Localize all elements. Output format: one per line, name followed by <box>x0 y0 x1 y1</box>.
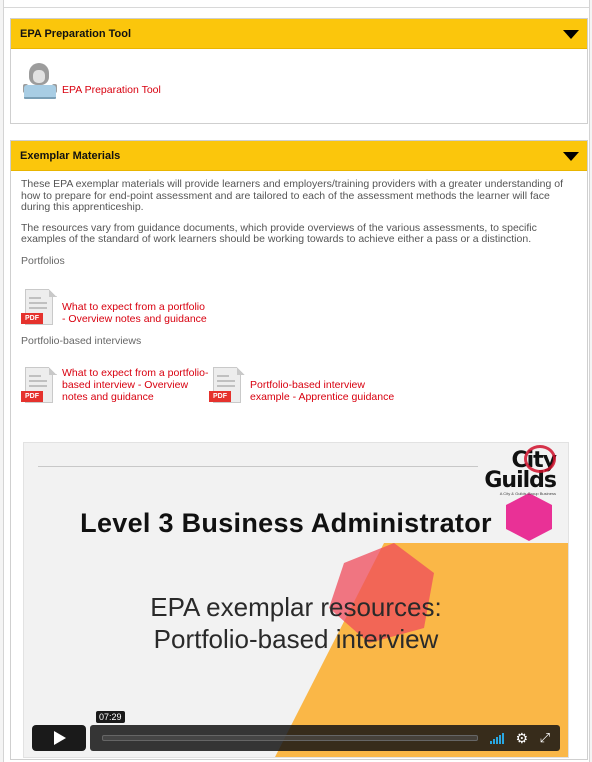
exemplar-materials-header-title: Exemplar Materials <box>20 149 121 162</box>
portfolio-docs-row: PDF What to expect from a portfolio - Ov… <box>21 288 579 329</box>
page-left-border <box>0 0 4 762</box>
interview-example-doc[interactable]: PDF Portfolio-based interview example - … <box>209 366 394 407</box>
duration-label: 07:29 <box>96 711 125 723</box>
play-button[interactable] <box>32 725 86 751</box>
top-divider <box>4 7 589 8</box>
progress-timeline[interactable] <box>102 735 478 741</box>
collapse-caret-icon[interactable] <box>563 30 579 39</box>
epa-tool-header-title: EPA Preparation Tool <box>20 27 132 40</box>
fullscreen-icon[interactable]: ⤢ <box>540 731 550 745</box>
intro-paragraph: These EPA exemplar materials will provid… <box>21 178 563 213</box>
video-title: Level 3 Business Administrator <box>80 508 492 538</box>
volume-icon[interactable] <box>490 732 504 744</box>
video-player[interactable]: City Guilds A City & Guilds Group Busine… <box>23 442 569 758</box>
user-laptop-icon <box>23 63 57 99</box>
pdf-icon: PDF <box>21 288 57 329</box>
collapse-caret-icon[interactable] <box>563 152 579 161</box>
interview-example-link-line1[interactable]: Portfolio-based interview <box>250 379 394 391</box>
settings-gear-icon[interactable]: ⚙ <box>515 731 528 745</box>
epa-tool-panel: EPA Preparation Tool EPA Preparation Too… <box>10 18 588 124</box>
logo-mark-icon <box>524 445 556 473</box>
exemplar-materials-header[interactable]: Exemplar Materials <box>11 141 587 171</box>
exemplar-materials-panel: Exemplar Materials These EPA exemplar ma… <box>10 140 588 760</box>
portfolios-heading: Portfolios <box>21 254 65 267</box>
interview-guidance-link-line2[interactable]: based interview - Overview <box>62 379 208 391</box>
epa-tool-header[interactable]: EPA Preparation Tool <box>11 19 587 49</box>
portfolio-guidance-doc[interactable]: PDF What to expect from a portfolio - Ov… <box>21 288 207 329</box>
play-icon <box>54 731 66 745</box>
pdf-icon: PDF <box>21 366 57 407</box>
interview-docs-row: PDF What to expect from a portfolio- bas… <box>21 366 579 407</box>
interviews-heading: Portfolio-based interviews <box>21 334 142 347</box>
interview-guidance-doc[interactable]: PDF What to expect from a portfolio- bas… <box>21 366 209 407</box>
epa-tool-link[interactable]: EPA Preparation Tool <box>62 84 161 96</box>
interview-guidance-link-line1[interactable]: What to expect from a portfolio- <box>62 367 208 379</box>
portfolio-guidance-link-line2[interactable]: - Overview notes and guidance <box>62 313 207 325</box>
video-controls: 07:29 ⚙ ⤢ <box>32 711 560 751</box>
epa-tool-item: EPA Preparation Tool <box>23 63 587 99</box>
city-guilds-logo: City Guilds A City & Guilds Group Busine… <box>484 445 557 496</box>
video-subtitle: EPA exemplar resources: Portfolio-based … <box>150 592 442 654</box>
resources-paragraph: The resources vary from guidance documen… <box>21 221 537 245</box>
interview-example-link-line2[interactable]: example - Apprentice guidance <box>250 391 394 403</box>
pdf-icon: PDF <box>209 366 245 407</box>
portfolio-guidance-link-line1[interactable]: What to expect from a portfolio <box>62 301 207 313</box>
interview-guidance-link-line3[interactable]: notes and guidance <box>62 391 208 403</box>
video-divider <box>38 466 478 467</box>
